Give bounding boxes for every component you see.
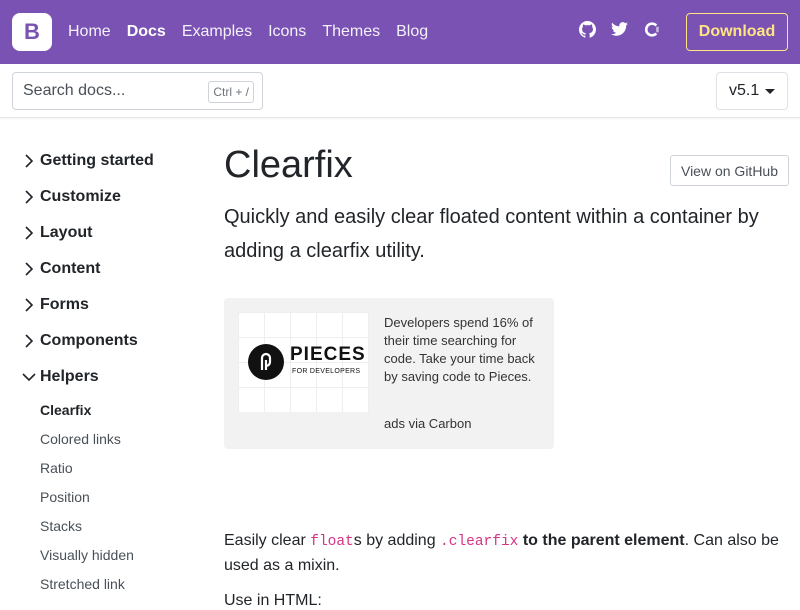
nav-links: Home Docs Examples Icons Themes Blog <box>60 0 436 64</box>
sidebar-item-ratio[interactable]: Ratio <box>40 460 73 476</box>
sidebar-group-content[interactable]: Content <box>22 260 100 278</box>
nav-social-icons <box>578 20 660 38</box>
sidebar-group-label: Content <box>40 260 101 277</box>
pieces-logo-icon <box>248 344 284 380</box>
nav-link-blog[interactable]: Blog <box>388 0 436 64</box>
bootstrap-logo[interactable]: B <box>12 13 52 51</box>
brand-letter: B <box>24 19 40 44</box>
ad-brand-name: PIECES <box>290 344 366 365</box>
chevron-down-icon <box>22 370 36 384</box>
sidebar-group-label: Components <box>40 332 138 349</box>
text-segment: Easily clear <box>224 532 311 549</box>
version-label: v5.1 <box>729 82 760 99</box>
chevron-right-icon <box>22 154 36 168</box>
inline-code: float <box>310 534 354 550</box>
sidebar-group-customize[interactable]: Customize <box>22 188 121 206</box>
sidebar-group-label: Customize <box>40 188 121 205</box>
sidebar-group-components[interactable]: Components <box>22 332 138 350</box>
nav-link-themes[interactable]: Themes <box>314 0 388 64</box>
text-strong: to the parent element <box>518 532 685 549</box>
text-segment: s by adding <box>353 532 441 549</box>
sidebar-group-label: Forms <box>40 296 89 313</box>
chevron-right-icon <box>22 190 36 204</box>
nav-link-docs[interactable]: Docs <box>119 0 174 64</box>
cut-off-text: Use in HTML: <box>224 592 322 609</box>
sidebar-item-stretched-link[interactable]: Stretched link <box>40 576 125 592</box>
view-on-github-button[interactable]: View on GitHub <box>670 155 789 186</box>
sidebar-item-position[interactable]: Position <box>40 489 90 505</box>
chevron-right-icon <box>22 226 36 240</box>
search-input[interactable] <box>23 82 203 100</box>
sidebar-group-label: Getting started <box>40 152 154 169</box>
sidebar-group-helpers[interactable]: Helpers <box>22 368 99 386</box>
chevron-right-icon <box>22 298 36 312</box>
sidebar-group-layout[interactable]: Layout <box>22 224 92 242</box>
ad-brand-tagline: FOR DEVELOPERS <box>292 368 361 375</box>
ad-text[interactable]: Developers spend 16% of their time searc… <box>384 314 544 386</box>
sidebar-item-clearfix[interactable]: Clearfix <box>40 402 91 418</box>
search-box[interactable]: Ctrl + / <box>12 72 263 110</box>
chevron-right-icon <box>22 334 36 348</box>
docs-sidebar: Getting started Customize Layout Content… <box>0 118 210 600</box>
sidebar-item-visually-hidden[interactable]: Visually hidden <box>40 547 134 563</box>
sidebar-group-label: Helpers <box>40 368 99 385</box>
top-navbar: B Home Docs Examples Icons Themes Blog D… <box>0 0 800 64</box>
inline-code: .clearfix <box>440 534 519 550</box>
main-content: Clearfix View on GitHub Quickly and easi… <box>224 118 800 609</box>
sidebar-group-getting-started[interactable]: Getting started <box>22 152 154 170</box>
lead-paragraph: Quickly and easily clear floated content… <box>224 206 759 262</box>
caret-down-icon <box>765 89 775 94</box>
search-shortcut-hint: Ctrl + / <box>208 81 254 103</box>
ad-via-link[interactable]: ads via Carbon <box>384 416 471 431</box>
twitter-icon[interactable] <box>610 20 628 38</box>
opencollective-icon[interactable] <box>642 20 660 38</box>
sidebar-item-stacks[interactable]: Stacks <box>40 518 82 534</box>
nav-link-examples[interactable]: Examples <box>174 0 260 64</box>
version-dropdown[interactable]: v5.1 <box>716 72 788 110</box>
ad-image[interactable]: PIECES FOR DEVELOPERS <box>238 312 369 412</box>
docs-subbar: Ctrl + / v5.1 <box>0 64 800 118</box>
nav-link-icons[interactable]: Icons <box>260 0 314 64</box>
page-title: Clearfix <box>224 144 353 186</box>
sidebar-item-colored-links[interactable]: Colored links <box>40 431 121 447</box>
chevron-right-icon <box>22 262 36 276</box>
download-button[interactable]: Download <box>686 13 788 51</box>
description-paragraph: Easily clear floats by adding .clearfix … <box>224 529 790 578</box>
github-icon[interactable] <box>578 20 596 38</box>
sidebar-group-forms[interactable]: Forms <box>22 296 89 314</box>
carbon-ad[interactable]: PIECES FOR DEVELOPERS Developers spend 1… <box>224 298 554 449</box>
sidebar-group-label: Layout <box>40 224 93 241</box>
nav-link-home[interactable]: Home <box>60 0 119 64</box>
